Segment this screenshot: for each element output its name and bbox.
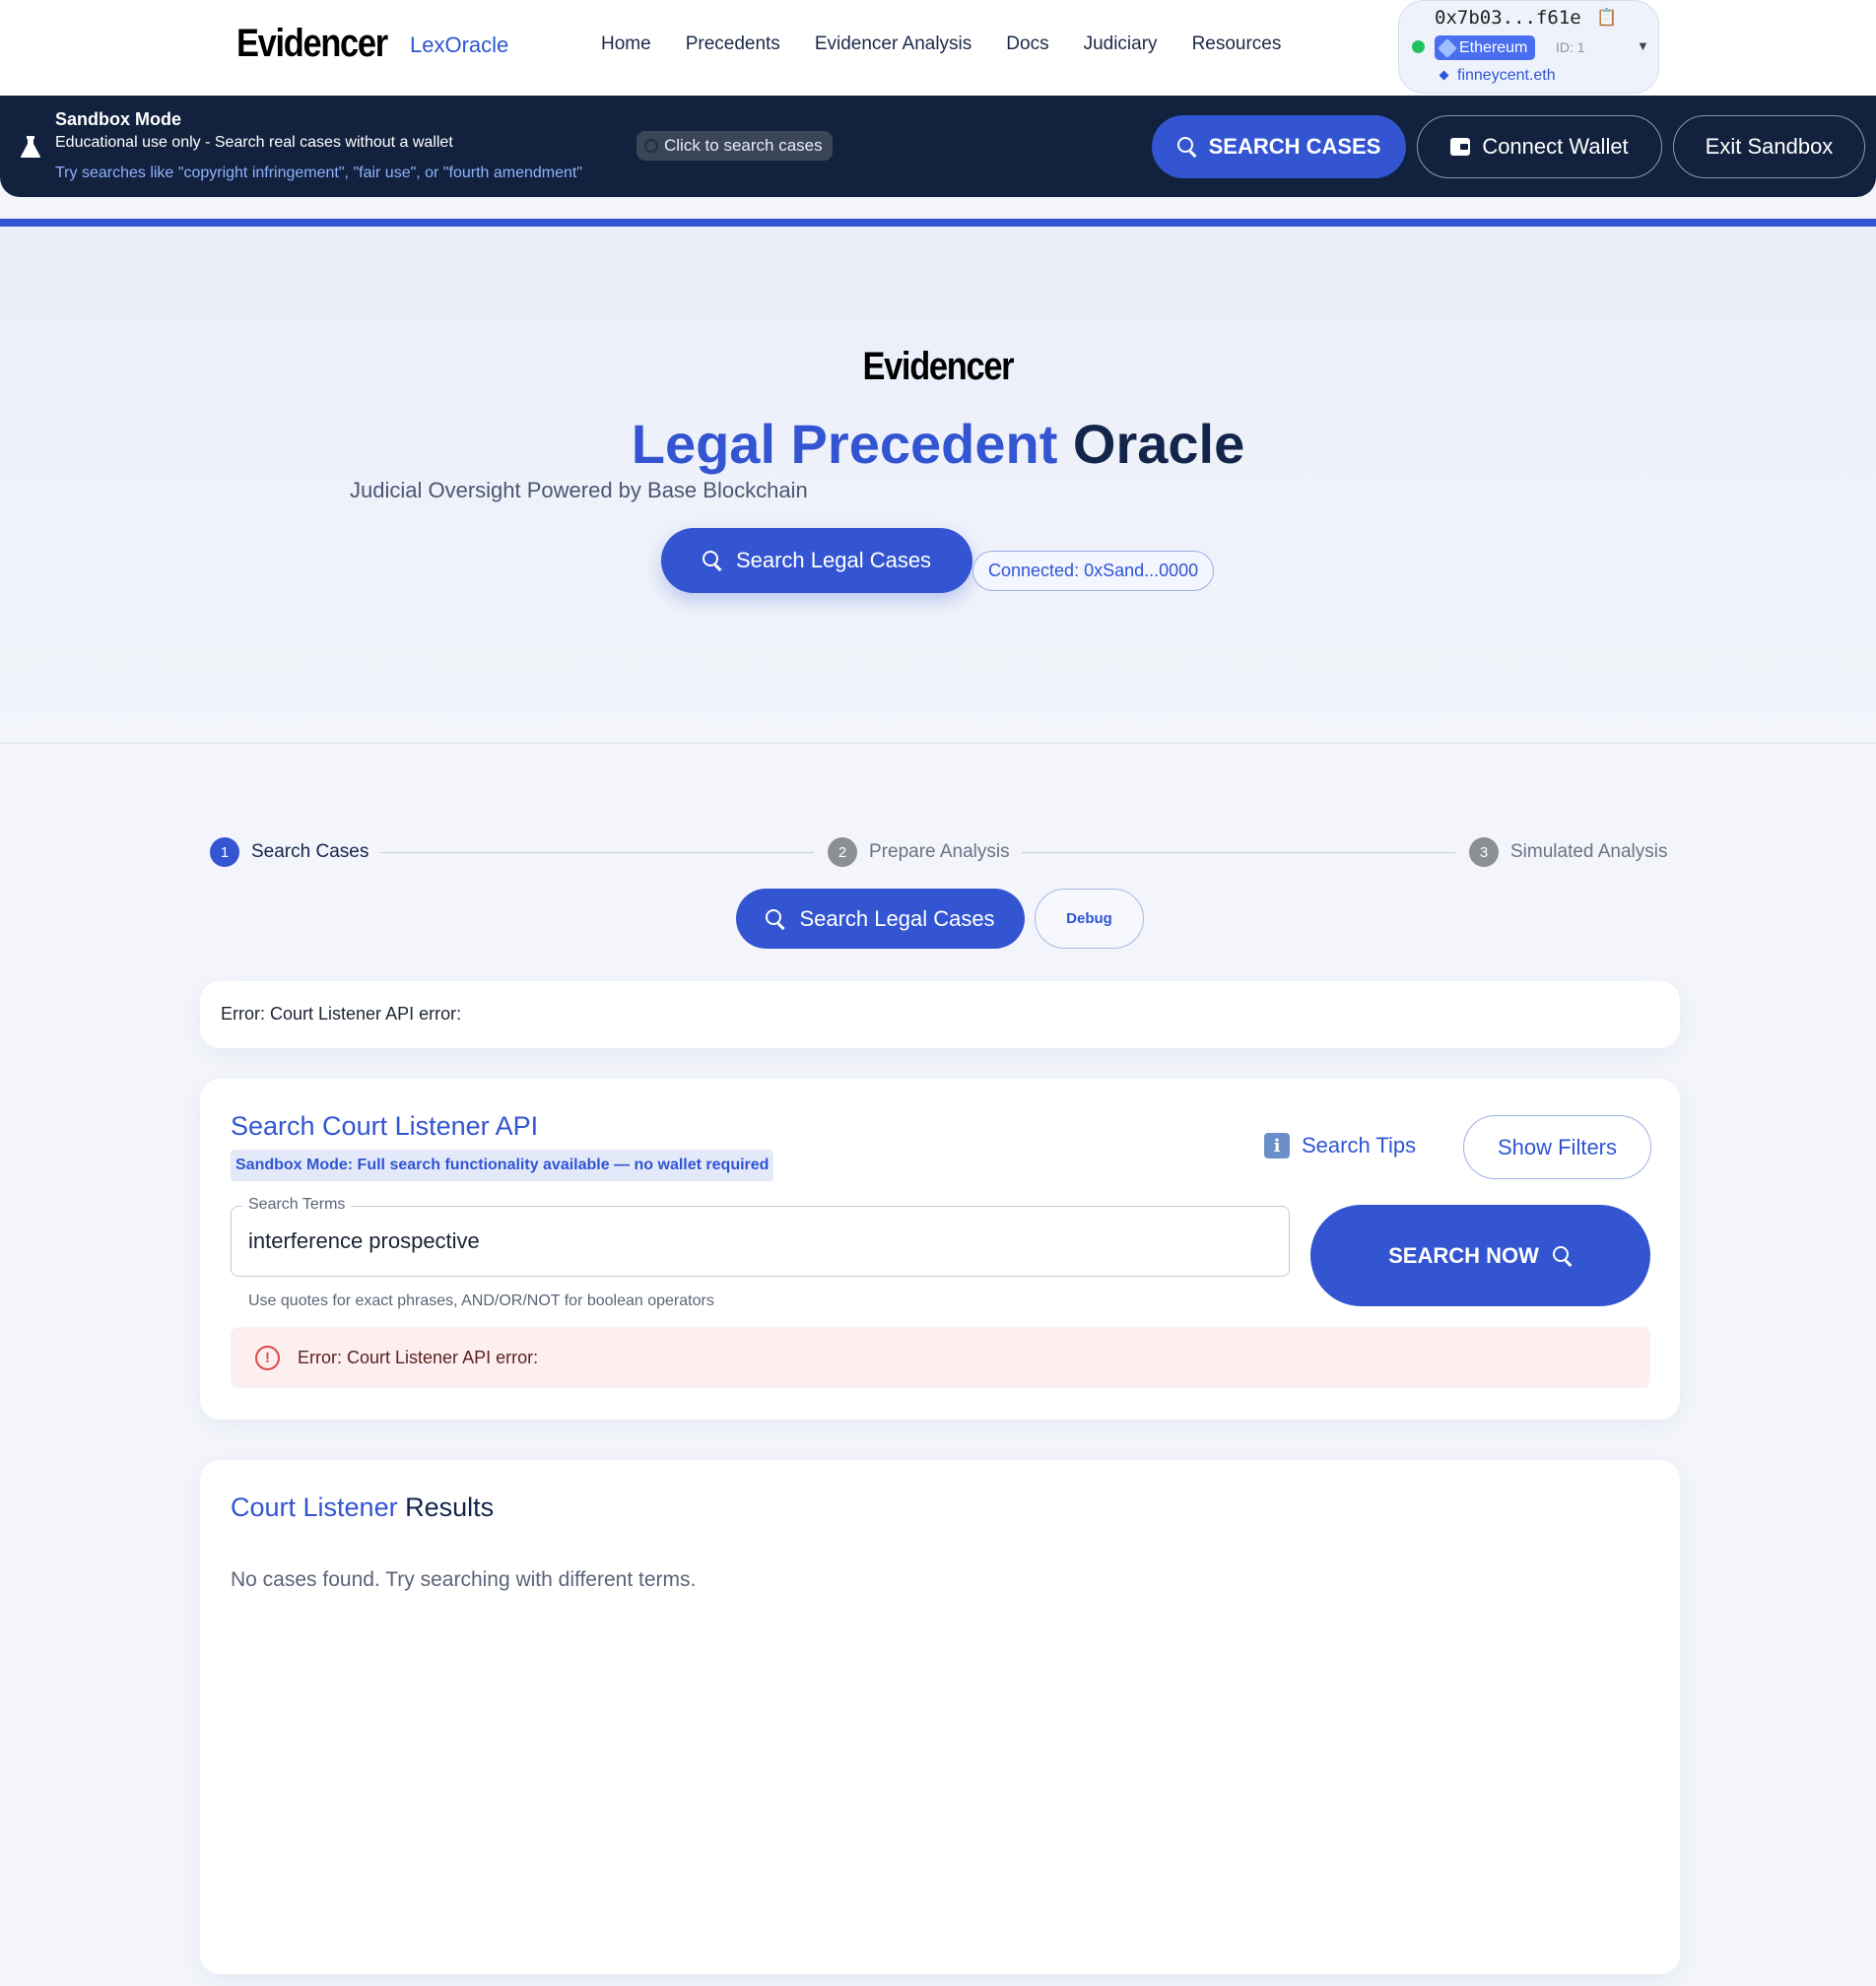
hero-section: Evidencer Legal Precedent Oracle Judicia… — [0, 227, 1876, 744]
results-card: Court Listener Results No cases found. T… — [200, 1460, 1680, 1974]
connection-status-dot — [1412, 40, 1425, 53]
sandbox-title: Sandbox Mode — [55, 109, 182, 129]
search-now-button[interactable]: SEARCH NOW — [1310, 1205, 1650, 1306]
search-cases-label: SEARCH CASES — [1208, 134, 1381, 159]
error-alert: ! Error: Court Listener API error: — [231, 1327, 1650, 1388]
search-help-text: Use quotes for exact phrases, AND/OR/NOT… — [248, 1292, 714, 1309]
nav-link-precedents[interactable]: Precedents — [686, 33, 780, 55]
chain-id: ID: 1 — [1556, 39, 1585, 55]
step-number: 2 — [828, 837, 857, 867]
sandbox-subtitle: Educational use only - Search real cases… — [55, 134, 453, 151]
sandbox-search-pill-label: Click to search cases — [664, 136, 823, 155]
step-prepare-analysis[interactable]: 2 Prepare Analysis — [828, 837, 1010, 867]
chain-name: Ethereum — [1459, 38, 1528, 56]
search-icon — [766, 908, 785, 929]
search-input-value[interactable]: interference prospective — [248, 1228, 480, 1254]
show-filters-button[interactable]: Show Filters — [1463, 1115, 1651, 1179]
main-nav-links: Home Precedents Evidencer Analysis Docs … — [601, 33, 1315, 55]
hero-logo: Evidencer — [0, 345, 1876, 389]
exit-sandbox-label: Exit Sandbox — [1705, 134, 1834, 159]
nav-link-resources[interactable]: Resources — [1192, 33, 1282, 55]
ens-diamond-icon — [1439, 70, 1449, 81]
search-terms-field[interactable]: Search Terms interference prospective — [231, 1196, 1290, 1277]
connected-badge: Connected: 0xSand...0000 — [972, 551, 1215, 591]
copy-icon[interactable]: 📋 — [1596, 8, 1617, 28]
info-icon: i — [1264, 1133, 1290, 1158]
debug-button[interactable]: Debug — [1035, 889, 1144, 949]
nav-link-evidencer-analysis[interactable]: Evidencer Analysis — [815, 33, 972, 55]
connect-wallet-button[interactable]: Connect Wallet — [1417, 115, 1662, 178]
wallet-dropdown[interactable]: 0x7b03...f61e 📋 Ethereum ID: 1 ▼ finneyc… — [1398, 0, 1659, 94]
search-tips-button[interactable]: i Search Tips — [1264, 1133, 1416, 1158]
page-title: Legal Precedent Oracle — [0, 412, 1876, 476]
wallet-icon — [1450, 138, 1471, 156]
top-navigation: Evidencer LexOracle Home Precedents Evid… — [0, 0, 1876, 96]
search-icon — [1552, 1245, 1573, 1266]
connect-wallet-label: Connect Wallet — [1482, 134, 1629, 159]
search-card-title: Search Court Listener API — [231, 1111, 539, 1141]
step-search-cases[interactable]: 1 Search Cases — [210, 837, 368, 867]
nav-link-home[interactable]: Home — [601, 33, 651, 55]
error-card: Error: Court Listener API error: — [200, 981, 1680, 1048]
step-connector — [1022, 852, 1455, 853]
search-icon — [1176, 137, 1197, 157]
step-number: 3 — [1469, 837, 1499, 867]
hero-accent-bar — [0, 219, 1876, 227]
page-title-part1: Legal Precedent — [631, 413, 1058, 475]
step-search-label: Search Legal Cases — [799, 905, 995, 931]
error-alert-text: Error: Court Listener API error: — [298, 1348, 539, 1367]
error-icon: ! — [255, 1346, 280, 1370]
error-message: Error: Court Listener API error: — [221, 1004, 462, 1024]
results-title-part1: Court Listener — [231, 1492, 398, 1522]
search-icon — [702, 551, 722, 570]
step-label: Simulated Analysis — [1510, 841, 1668, 862]
search-card: Search Court Listener API Sandbox Mode: … — [200, 1079, 1680, 1420]
chain-badge: Ethereum — [1435, 35, 1536, 60]
ens-label: finneycent.eth — [1457, 67, 1556, 84]
search-cases-button[interactable]: SEARCH CASES — [1152, 115, 1406, 178]
sandbox-search-pill[interactable]: Click to search cases — [636, 131, 833, 161]
hero-logo-text: Evidencer — [862, 345, 1015, 388]
step-simulated-analysis[interactable]: 3 Simulated Analysis — [1469, 837, 1667, 867]
evidencer-logo[interactable]: Evidencer — [236, 22, 388, 66]
step-label: Search Cases — [251, 841, 369, 862]
sandbox-banner: Sandbox Mode Educational use only - Sear… — [0, 96, 1876, 197]
step-label: Prepare Analysis — [869, 841, 1010, 862]
step-connector — [380, 852, 814, 853]
flask-icon — [21, 136, 40, 158]
search-tips-label: Search Tips — [1302, 1133, 1417, 1158]
search-now-label: SEARCH NOW — [1388, 1242, 1539, 1268]
search-terms-label: Search Terms — [242, 1196, 352, 1214]
sandbox-mode-badge: Sandbox Mode: Full search functionality … — [231, 1150, 774, 1181]
search-icon — [644, 139, 658, 153]
hero-search-label: Search Legal Cases — [735, 548, 932, 572]
workflow-stepper: 1 Search Cases 2 Prepare Analysis 3 Simu… — [210, 837, 1672, 869]
sandbox-hint: Try searches like "copyright infringemen… — [55, 165, 583, 181]
page-title-part2: Oracle — [1072, 413, 1245, 475]
results-title: Court Listener Results — [231, 1492, 494, 1523]
lexoracle-brand-link[interactable]: LexOracle — [410, 33, 508, 58]
ethereum-icon — [1438, 37, 1457, 58]
nav-link-docs[interactable]: Docs — [1006, 33, 1048, 55]
hero-subtitle: Judicial Oversight Powered by Base Block… — [350, 478, 808, 502]
empty-results-message: No cases found. Try searching with diffe… — [231, 1568, 697, 1591]
results-title-part2: Results — [405, 1492, 495, 1522]
ens-name: finneycent.eth — [1439, 67, 1556, 85]
hero-search-button[interactable]: Search Legal Cases — [661, 528, 972, 593]
step-number: 1 — [210, 837, 239, 867]
nav-link-judiciary[interactable]: Judiciary — [1084, 33, 1158, 55]
wallet-address: 0x7b03...f61e — [1435, 7, 1581, 29]
step-search-button[interactable]: Search Legal Cases — [736, 889, 1025, 949]
chevron-down-icon[interactable]: ▼ — [1637, 38, 1649, 53]
exit-sandbox-button[interactable]: Exit Sandbox — [1673, 115, 1865, 178]
